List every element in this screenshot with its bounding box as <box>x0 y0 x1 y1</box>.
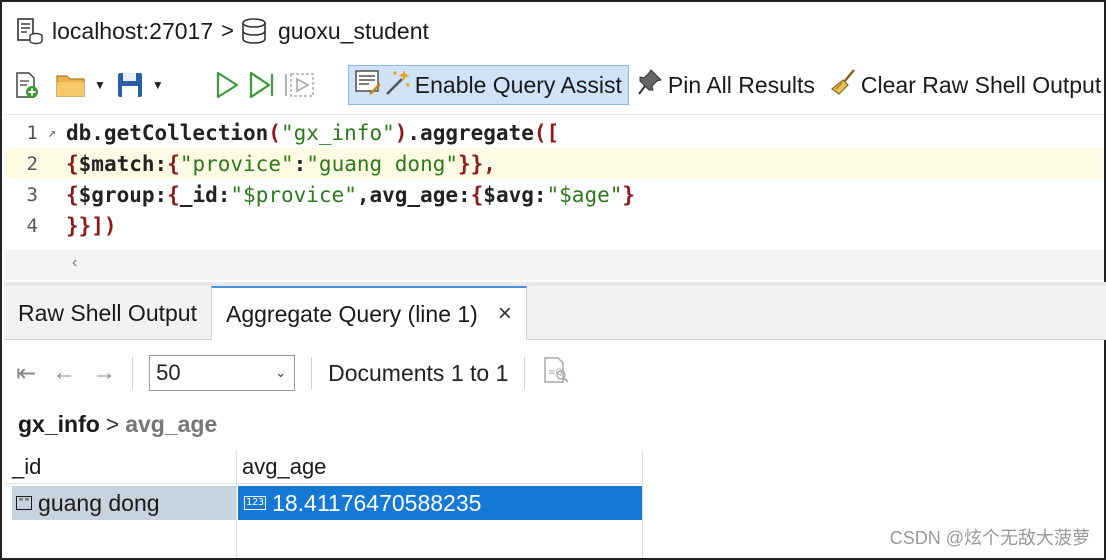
column-divider <box>642 450 643 558</box>
pin-all-results-label: Pin All Results <box>667 71 815 98</box>
scroll-left-icon[interactable]: ‹ <box>72 254 77 272</box>
code-line[interactable]: 4 }}]) <box>6 210 1104 241</box>
number-type-icon: 123 <box>244 496 267 510</box>
column-divider <box>236 450 237 558</box>
code-text: db.getCollection("gx_info").aggregate([ <box>66 120 560 145</box>
chevron-down-icon[interactable]: ▼ <box>94 78 106 92</box>
documents-range-label: Documents 1 to 1 <box>328 359 509 386</box>
enable-query-assist-button[interactable]: Enable Query Assist <box>347 65 629 105</box>
query-editor[interactable]: 1 ↗ db.getCollection("gx_info").aggregat… <box>6 114 1104 280</box>
tab-raw-shell-output[interactable]: Raw Shell Output <box>4 286 211 340</box>
magic-wand-icon <box>383 67 411 103</box>
results-toolbar: ⇤ ← → 50 ⌄ Documents 1 to 1 ≡Q <box>16 352 571 394</box>
column-header-id[interactable]: _id <box>6 450 236 484</box>
column-header-avg-age[interactable]: avg_age <box>236 450 642 484</box>
line-number: 3 <box>26 183 38 206</box>
tab-aggregate-query[interactable]: Aggregate Query (line 1) × <box>210 286 527 340</box>
watermark: CSDN @炫个无敌大菠萝 <box>889 528 1090 548</box>
divider <box>524 357 526 389</box>
cell-value: guang dong <box>38 489 160 516</box>
page-size-value: 50 <box>156 360 181 385</box>
breadcrumb-separator: > <box>221 18 234 43</box>
string-type-icon: "" <box>16 496 33 510</box>
previous-page-icon[interactable]: ← <box>52 359 76 387</box>
pin-all-results-button[interactable]: Pin All Results <box>633 64 818 106</box>
enable-query-assist-label: Enable Query Assist <box>414 71 622 98</box>
save-icon[interactable] <box>112 64 148 106</box>
fold-marker-icon[interactable]: ↗ <box>42 125 62 141</box>
page-size-select[interactable]: 50 ⌄ <box>149 355 296 391</box>
breadcrumb: localhost:27017 > guoxu_student <box>14 12 429 50</box>
clear-raw-shell-output-label: Clear Raw Shell Output <box>860 71 1102 98</box>
step-run-icon[interactable] <box>280 64 320 106</box>
path-separator: > <box>105 410 120 437</box>
result-path-breadcrumb: gx_info > avg_age <box>18 408 217 440</box>
host-label[interactable]: localhost:27017 <box>52 18 213 45</box>
table-cell-avg-age[interactable]: 123 18.41176470588235 <box>238 486 642 520</box>
broom-icon <box>829 67 857 103</box>
tab-label: Aggregate Query (line 1) <box>225 300 478 327</box>
open-folder-icon[interactable] <box>52 64 90 106</box>
table-cell-id[interactable]: "" guang dong <box>12 486 236 520</box>
database-icon <box>240 16 268 46</box>
code-line[interactable]: 2 {$match:{"provice":"guang dong"}}, <box>6 148 1104 179</box>
query-code-icon[interactable]: ≡Q <box>541 355 571 391</box>
collection-name[interactable]: gx_info <box>18 411 100 438</box>
main-window: localhost:27017 > guoxu_student ▼ ▼ Enab… <box>0 0 1106 560</box>
field-name: avg_age <box>125 410 218 437</box>
code-text: {$match:{"provice":"guang dong"}}, <box>66 151 496 176</box>
pin-icon <box>636 67 664 103</box>
chevron-down-icon: ⌄ <box>275 365 287 380</box>
divider <box>311 357 313 389</box>
code-line[interactable]: 3 {$group:{_id:"$provice",avg_age:{$avg:… <box>6 179 1104 210</box>
line-number: 1 <box>26 121 38 144</box>
code-text: {$group:{_id:"$provice",avg_age:{$avg:"$… <box>66 182 636 207</box>
chevron-down-icon[interactable]: ▼ <box>152 78 164 92</box>
line-number: 2 <box>26 152 38 175</box>
cell-value: 18.41176470588235 <box>272 489 482 516</box>
editor-toolbar: ▼ ▼ Enable Query Assist Pin All Results … <box>10 64 1104 106</box>
divider <box>132 357 134 389</box>
code-text: }}]) <box>66 213 117 238</box>
run-icon[interactable] <box>210 64 244 106</box>
server-icon <box>14 16 44 46</box>
result-tabs: Raw Shell Output Aggregate Query (line 1… <box>4 286 1106 340</box>
svg-text:≡Q: ≡Q <box>548 368 563 378</box>
close-icon[interactable]: × <box>498 300 512 328</box>
clear-raw-shell-output-button[interactable]: Clear Raw Shell Output <box>826 64 1104 106</box>
editor-horizontal-scrollbar[interactable]: ‹ <box>6 250 1104 280</box>
tab-label: Raw Shell Output <box>18 299 197 326</box>
run-selection-icon[interactable] <box>244 64 280 106</box>
next-page-icon[interactable]: → <box>92 359 116 387</box>
first-page-icon[interactable]: ⇤ <box>16 359 36 388</box>
line-number: 4 <box>26 214 38 237</box>
database-label[interactable]: guoxu_student <box>278 18 429 45</box>
code-line[interactable]: 1 ↗ db.getCollection("gx_info").aggregat… <box>6 117 1104 148</box>
query-assist-icon <box>353 67 383 103</box>
new-script-icon[interactable] <box>10 64 44 106</box>
